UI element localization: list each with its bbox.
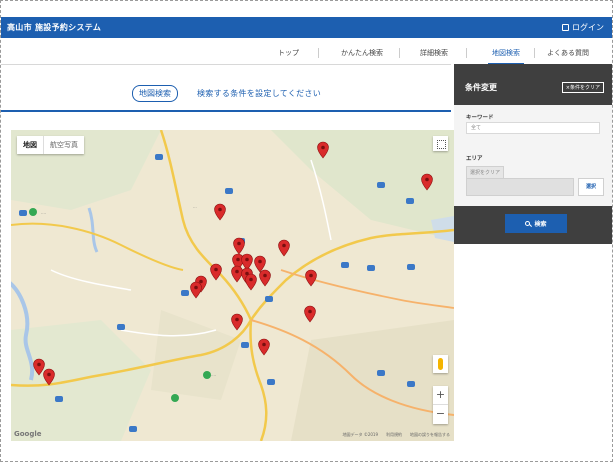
login-label: ログイン — [572, 23, 604, 32]
map-marker-icon[interactable] — [210, 263, 222, 281]
map-marker-dot — [258, 259, 262, 264]
map-marker-icon[interactable] — [241, 253, 253, 271]
map-type-toggle: 地図 航空写真 — [17, 136, 84, 154]
svg-text:...: ... — [193, 204, 197, 209]
login-icon — [562, 24, 569, 31]
area-label: エリア — [466, 156, 483, 162]
nav-easy-search[interactable]: かんたん検索 — [341, 48, 383, 58]
map-marker-dot — [236, 257, 240, 262]
search-mode-badge: 地図検索 — [132, 85, 178, 102]
app-title: 高山市 施設予約システム — [7, 23, 102, 32]
condition-panel-header: 条件変更 ×条件をクリア — [454, 64, 612, 105]
map-marker-icon[interactable] — [245, 273, 257, 291]
main-nav: トップ かんたん検索 詳細検索 地図検索 よくある質問 — [1, 40, 612, 65]
nav-detail-search[interactable]: 詳細検索 — [420, 48, 448, 58]
zoom-out-button[interactable]: − — [433, 405, 448, 423]
map-marker-icon[interactable] — [214, 203, 226, 221]
map-marker-dot — [199, 279, 203, 284]
map-type-satellite[interactable]: 航空写真 — [43, 136, 84, 154]
map-marker-dot — [282, 243, 286, 248]
fullscreen-icon[interactable] — [433, 136, 448, 151]
search-prompt: 検索する条件を設定してください — [197, 89, 322, 98]
map-marker-icon[interactable] — [231, 265, 243, 283]
nav-top[interactable]: トップ — [278, 48, 299, 58]
map-marker-dot — [194, 285, 198, 290]
map-marker-dot — [235, 269, 239, 274]
area-select-button[interactable]: 選択 — [578, 178, 604, 196]
attribution-terms[interactable]: 利用規約 — [386, 432, 402, 438]
map-marker-dot — [47, 372, 51, 377]
nav-divider — [318, 48, 319, 58]
search-icon — [525, 221, 531, 226]
map-marker-dot — [245, 257, 249, 262]
map-marker-dot — [425, 177, 429, 182]
area-selection-field — [466, 178, 574, 196]
nav-divider-line — [1, 64, 451, 65]
street-view-pegman-icon[interactable] — [433, 355, 448, 373]
map-marker-dot — [214, 267, 218, 272]
map-marker-icon[interactable] — [278, 239, 290, 257]
zoom-control: + − — [433, 386, 448, 424]
map-marker-dot — [235, 317, 239, 322]
attribution-report[interactable]: 地図の誤りを報告する — [410, 432, 450, 438]
map-marker-dot — [237, 241, 241, 246]
map-marker-dot — [218, 207, 222, 212]
app-header: 高山市 施設予約システム ログイン — [1, 17, 612, 38]
map-marker-dot — [37, 362, 41, 367]
keyword-input[interactable]: 全て — [466, 122, 600, 134]
map-canvas: ........... — [11, 130, 454, 441]
attribution-data: 地図データ ©2019 — [342, 432, 378, 437]
search-heading: 地図検索 検索する条件を設定してください — [1, 82, 451, 112]
map-marker-dot — [321, 145, 325, 150]
map-marker-dot — [309, 273, 313, 278]
map-marker-icon[interactable] — [305, 269, 317, 287]
nav-faq[interactable]: よくある質問 — [547, 48, 589, 58]
google-logo: Google — [14, 430, 42, 438]
login-link[interactable]: ログイン — [562, 22, 604, 33]
map-marker-icon[interactable] — [190, 281, 202, 299]
search-underline — [1, 110, 451, 112]
map-marker-dot — [249, 277, 253, 282]
zoom-in-button[interactable]: + — [433, 386, 448, 405]
map-marker-icon[interactable] — [304, 305, 316, 323]
svg-text:....: .... — [211, 372, 216, 377]
map-marker-dot — [308, 309, 312, 314]
map-marker-icon[interactable] — [233, 237, 245, 255]
map-marker-icon[interactable] — [258, 338, 270, 356]
map-view[interactable]: ........... 地図 航空写真 + − Google 地図データ ©20… — [11, 130, 454, 441]
search-button-label: 検索 — [534, 221, 547, 228]
search-button[interactable]: 検索 — [505, 214, 567, 233]
keyword-label: キーワード — [466, 115, 494, 121]
map-marker-dot — [263, 273, 267, 278]
map-type-map[interactable]: 地図 — [17, 136, 43, 154]
map-attribution: 地図データ ©2019 利用規約 地図の誤りを報告する — [343, 432, 450, 438]
map-marker-icon[interactable] — [254, 255, 266, 273]
map-marker-icon[interactable] — [231, 313, 243, 331]
nav-divider — [534, 48, 535, 58]
condition-panel-title: 条件変更 — [465, 83, 497, 92]
clear-conditions-button[interactable]: ×条件をクリア — [561, 82, 604, 93]
map-marker-icon[interactable] — [259, 269, 271, 287]
nav-map-search[interactable]: 地図検索 — [488, 48, 524, 65]
nav-divider — [399, 48, 400, 58]
map-marker-dot — [262, 342, 266, 347]
nav-divider — [466, 48, 467, 58]
svg-text:....: .... — [41, 210, 46, 215]
